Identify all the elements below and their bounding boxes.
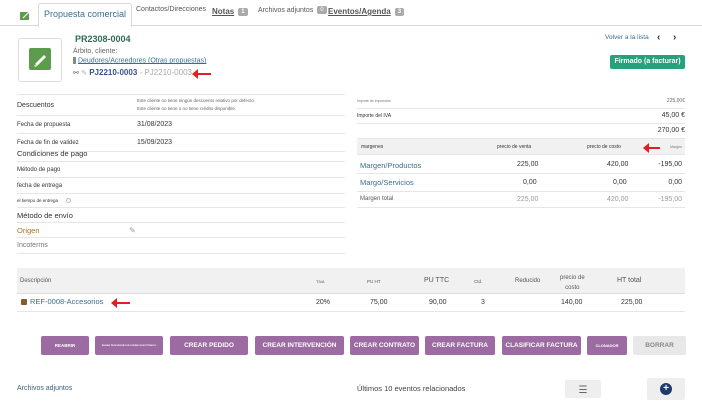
incoterms-row[interactable]: Incoterms [17, 238, 345, 254]
annotation-arrow [192, 69, 211, 79]
annotation-arrow [111, 298, 130, 308]
discounts-row: Descuentos Este cliente no tiene ningún … [17, 95, 345, 116]
prev-arrow-icon[interactable]: ‹ [657, 32, 660, 43]
col-cost-price: precio de costo [560, 275, 585, 291]
tab-contacts[interactable]: Contactos/Direcciones [136, 6, 206, 13]
col-pu-ttc: PU TTC [424, 277, 450, 284]
document-thumbnail [18, 38, 62, 82]
payment-method-row[interactable]: Método de pago [17, 162, 345, 178]
proposal-date-row: Fecha de propuesta 31/08/2023 [17, 116, 345, 134]
col-vat: TIVA [316, 279, 325, 284]
margin-services-link[interactable]: Margo/Servicios [360, 178, 414, 187]
list-view-button[interactable]: ☰ [565, 380, 601, 398]
col-ht-total: HT total [617, 277, 642, 284]
project-tree-icon: ⚯ [73, 70, 79, 77]
origin-row[interactable]: Origen ✎ [17, 223, 345, 238]
col-pu-ht: PU HT [367, 279, 381, 284]
margin-total-row: Margen total 225,00 420,00 -195,00 [357, 192, 685, 208]
create-order-button[interactable]: CREAR PEDIDO [170, 336, 248, 355]
reopen-button[interactable]: REABRIR [41, 336, 89, 355]
back-to-list-link[interactable]: Volver a la lista [605, 34, 649, 41]
tab-commercial-proposal[interactable]: Propuesta comercial [38, 3, 133, 27]
next-arrow-icon[interactable]: › [673, 32, 676, 43]
recent-events-title: Últimos 10 eventos relacionados [357, 384, 466, 393]
col-reduced: Reducido [515, 278, 541, 284]
help-icon [66, 198, 72, 203]
margins-header: margenes precio de venta precio de costo… [357, 139, 685, 155]
create-contract-button[interactable]: CREAR CONTRATO [350, 336, 419, 355]
edit-pencil-icon[interactable]: ✎ [129, 226, 136, 235]
client-label: Árbito, cliente: [73, 48, 118, 55]
clone-button[interactable]: CLONADOR [587, 336, 627, 355]
classify-invoice-button[interactable]: CLASIFICAR FACTURA [502, 336, 581, 355]
notes-count-badge: 1 [238, 7, 248, 16]
attached-files-title: Archivos adjuntos [17, 385, 73, 392]
margin-products-link[interactable]: Margen/Productos [360, 161, 421, 170]
events-count-badge: 3 [394, 7, 405, 16]
edit-pencil-icon[interactable]: ✎ [81, 70, 87, 77]
tax-base-row: Importe de impuestos 225,00€ [357, 94, 685, 109]
margin-products-row: Margen/Productos 225,00 420,00 -195,00 [357, 155, 685, 174]
plus-circle-icon: + [660, 383, 672, 395]
proposal-date-value[interactable]: 31/08/2023 [137, 121, 172, 128]
annotation-arrow [643, 143, 660, 153]
tab-notes[interactable]: Notas 1 [212, 7, 248, 16]
proposal-icon [20, 8, 32, 20]
margin-services-row: Margo/Servicios 0,00 0,00 0,00 [357, 174, 685, 192]
col-qty: Ctd. [474, 279, 483, 284]
list-icon: ☰ [578, 385, 588, 396]
product-cube-icon [21, 299, 27, 305]
files-count-badge: 0 [317, 6, 327, 14]
delivery-time-row[interactable]: el tiempo de entrega [17, 194, 345, 208]
total-row: 270,00 € [357, 124, 685, 139]
tab-bar: Propuesta comercial Contactos/Direccione… [0, 0, 702, 27]
delete-button[interactable]: BORRAR [633, 336, 686, 355]
client-link[interactable]: Deudores/Acreedores (Otras propuestas) [73, 57, 206, 64]
create-invoice-button[interactable]: CREAR FACTURA [425, 336, 495, 355]
payment-terms-row[interactable]: Condiciones de pago [17, 146, 345, 162]
tab-events[interactable]: Eventos/Agenda 3 [328, 7, 405, 16]
add-event-button[interactable]: + [647, 378, 685, 400]
status-badge: Firmado (a facturar) [610, 55, 685, 69]
tab-attached-files[interactable]: Archivos adjuntos 0 [258, 6, 327, 14]
col-description: Descripción [20, 278, 52, 284]
shipping-method-row[interactable]: Método de envío [17, 208, 345, 223]
project-line[interactable]: ⚯ ✎ PJ2210-0003 - PJ2210-0003 [73, 68, 192, 77]
send-email-button[interactable]: ENVIAR PROPUESTA POR CORREO ELECTRÓNICO [95, 336, 163, 355]
create-intervention-button[interactable]: CREAR INTERVENCIÓN [255, 336, 344, 355]
building-icon [73, 57, 76, 64]
delivery-date-row[interactable]: fecha de entrega [17, 178, 345, 194]
proposal-ref: PR2308-0004 [75, 34, 131, 44]
lines-table-header [17, 268, 685, 294]
document-edit-icon [29, 48, 51, 70]
vat-row: Importe del IVA 45,00 € [357, 109, 685, 124]
valid-until-value[interactable]: 15/09/2023 [137, 139, 172, 146]
product-ref-link[interactable]: REF-0008-Accesorios [30, 297, 103, 306]
